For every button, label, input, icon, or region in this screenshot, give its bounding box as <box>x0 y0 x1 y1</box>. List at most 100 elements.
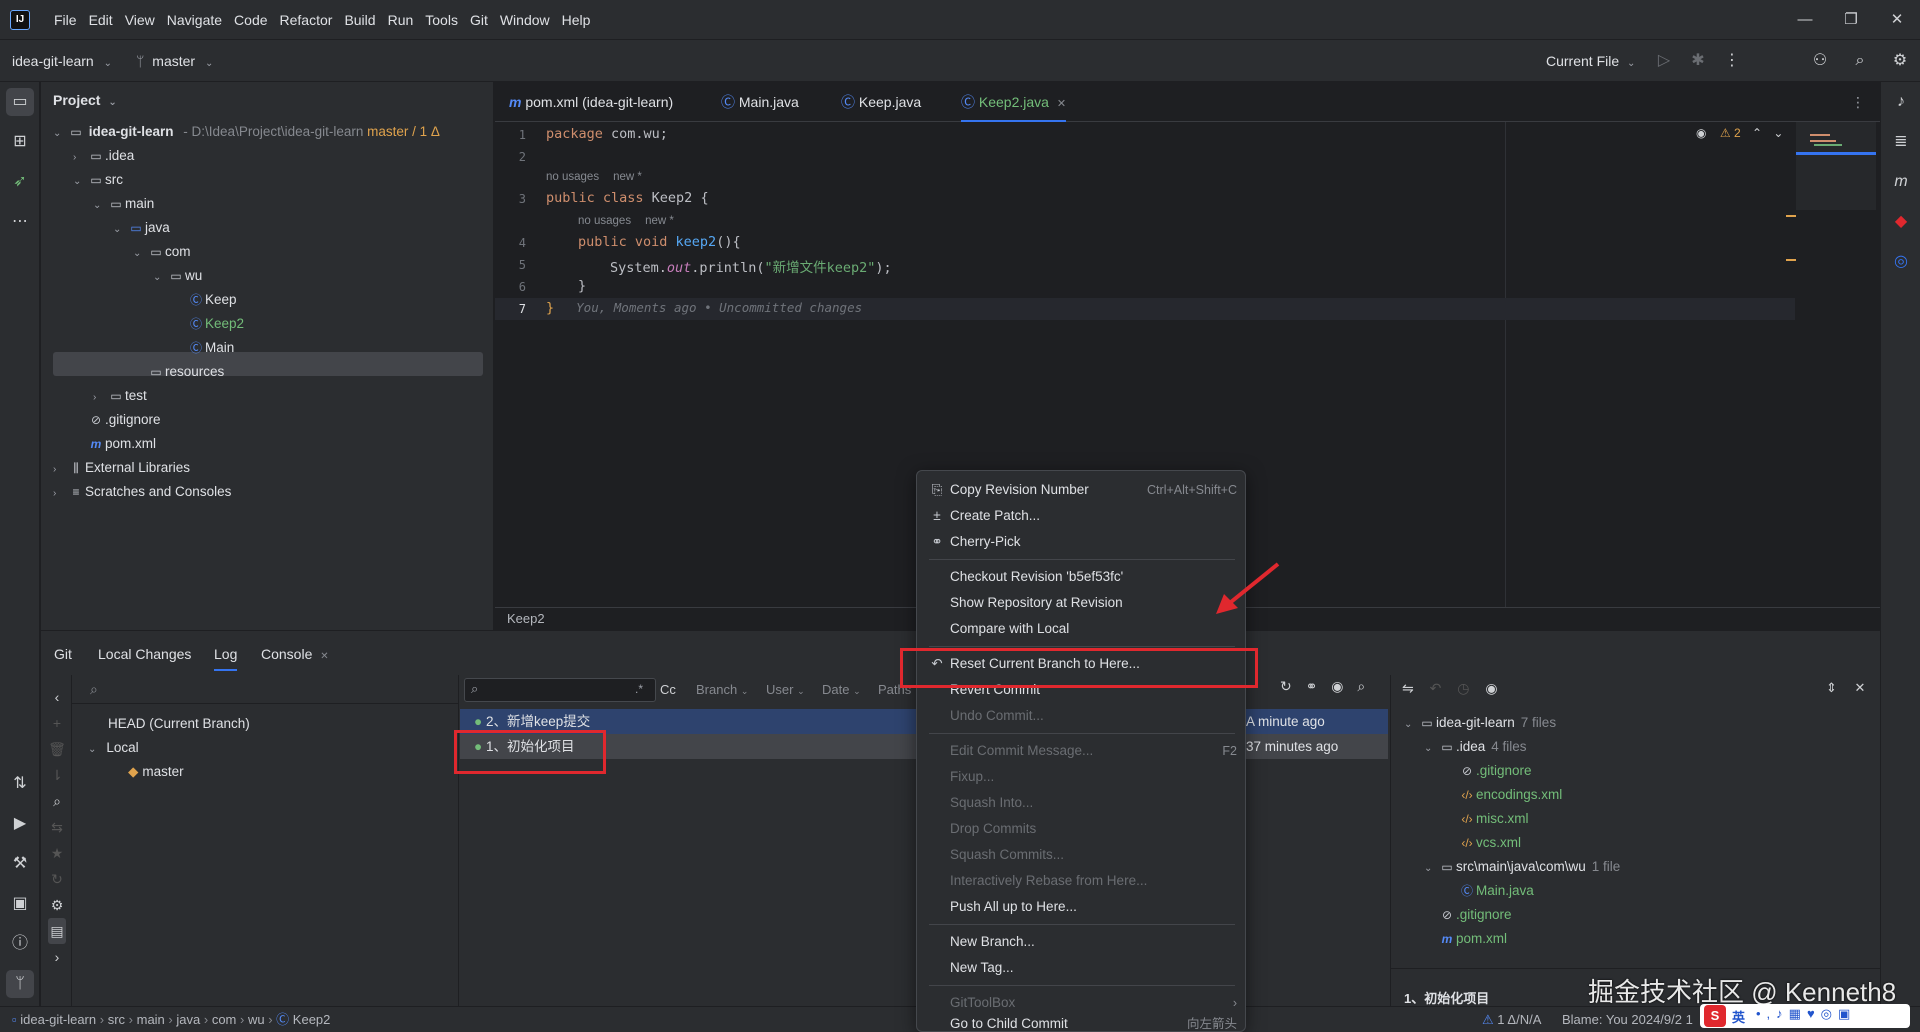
project-folder-icon[interactable]: ▭ <box>6 88 34 116</box>
menu-item-checkout-revision[interactable]: Checkout Revision 'b5ef53fc' <box>917 564 1245 590</box>
history-icon[interactable]: ◷ <box>1457 680 1469 696</box>
expand-right-icon[interactable]: › <box>48 944 66 970</box>
code-line-1[interactable]: package com.wu; <box>546 126 668 142</box>
chevron-up-icon[interactable]: ⌃ <box>1752 126 1762 140</box>
changes-file[interactable]: ⊘ .gitignore <box>1438 903 1512 927</box>
tab-keep2-java[interactable]: Ⓒ Keep2.java ✕ <box>961 82 1067 122</box>
ai-assistant-icon[interactable]: ◎ <box>1887 248 1915 276</box>
run-icon[interactable]: ▷ <box>1652 49 1676 73</box>
crumb[interactable]: java <box>176 1012 200 1027</box>
tab-console[interactable]: Console ✕ <box>261 633 329 675</box>
tree-item-java[interactable]: ⌄ ▭ java <box>113 216 170 240</box>
menu-item-squash-into[interactable]: Squash Into... <box>917 790 1245 816</box>
changes-file[interactable]: Ⓒ Main.java <box>1458 879 1534 903</box>
services-icon[interactable]: ▶ <box>6 810 34 838</box>
eye-icon[interactable]: ◉ <box>1485 680 1497 696</box>
menu-item-edit-message[interactable]: Edit Commit Message... F2 <box>917 738 1245 764</box>
minimize-icon[interactable]: — <box>1782 0 1828 40</box>
problems-icon[interactable]: ⓘ <box>6 930 34 958</box>
menu-item-interactive-rebase[interactable]: Interactively Rebase from Here... <box>917 868 1245 894</box>
menu-item-copy-revision[interactable]: ⎘ Copy Revision Number Ctrl+Alt+Shift+C <box>917 477 1245 503</box>
code-line-3[interactable]: public class Keep2 { <box>546 190 709 206</box>
ime-toolbar[interactable]: S 英 •,♪▦♥◎▣ <box>1700 1004 1910 1028</box>
ime-language[interactable]: 英 <box>1732 1007 1745 1026</box>
eye-icon[interactable]: ◉ <box>1331 678 1343 694</box>
tree-item-idea[interactable]: › ▭ .idea <box>73 144 134 168</box>
branch-master[interactable]: ◆ master <box>128 759 184 784</box>
branch-group-local[interactable]: ⌄ Local <box>88 735 139 760</box>
menu-item-new-branch[interactable]: New Branch... <box>917 929 1245 955</box>
filter-branch[interactable]: Branch ⌄ <box>696 678 748 702</box>
star-icon[interactable]: ★ <box>48 840 66 866</box>
tab-local-changes[interactable]: Local Changes <box>98 633 191 675</box>
class-usage-hint[interactable]: no usages new * <box>546 171 642 183</box>
crumb[interactable]: src <box>108 1012 125 1027</box>
warning-stripe-marker[interactable] <box>1786 215 1796 217</box>
warning-stripe-marker[interactable] <box>1786 259 1796 261</box>
crumb[interactable]: idea-git-learn <box>20 1012 96 1027</box>
code-line-6[interactable]: } <box>578 278 586 294</box>
blame-status[interactable]: Blame: You 2024/9/2 1 <box>1562 1007 1693 1032</box>
structure-icon[interactable]: ⊞ <box>6 128 34 156</box>
method-usage-hint[interactable]: no usages new * <box>578 215 674 227</box>
case-toggle[interactable]: Cc <box>660 678 676 702</box>
tree-item-main-class[interactable]: Ⓒ Main <box>187 336 234 360</box>
status-breadcrumb[interactable]: ▫ idea-git-learn › src › main › java › c… <box>12 1007 330 1032</box>
changes-src-folder[interactable]: ⌄ ▭ src\main\java\com\wu 1 file <box>1424 855 1620 879</box>
changes-file[interactable]: m pom.xml <box>1438 927 1507 951</box>
chevron-down-icon[interactable]: ⌄ <box>1773 126 1783 140</box>
cherry-pick-icon[interactable]: ⚭ <box>1306 678 1318 694</box>
plugin-rocket-icon[interactable]: ➶ <box>6 168 34 196</box>
commit-icon[interactable]: ⇅ <box>6 770 34 798</box>
tree-item-main[interactable]: ⌄ ▭ main <box>93 192 154 216</box>
menu-item-cherry-pick[interactable]: ⚭ Cherry-Pick <box>917 529 1245 555</box>
expand-collapse-icon[interactable]: ⇕ <box>1826 680 1837 695</box>
refresh-icon[interactable]: ↻ <box>1280 678 1292 694</box>
git-branch-icon[interactable]: ᛘ <box>6 970 34 998</box>
build-hammer-icon[interactable]: ⚒ <box>6 850 34 878</box>
tree-root[interactable]: ⌄ ▭ idea-git-learn - D:\Idea\Project\idea… <box>53 120 440 144</box>
code-line-7[interactable]: } You, Moments ago • Uncommitted changes <box>546 300 862 316</box>
tree-item-wu[interactable]: ⌄ ▭ wu <box>153 264 202 288</box>
tree-item-keep[interactable]: Ⓒ Keep <box>187 288 237 312</box>
menu-help[interactable]: Help <box>556 12 597 28</box>
settings-gear-icon[interactable]: ⚙ <box>1888 49 1912 73</box>
close-tab-icon[interactable]: ✕ <box>1057 98 1066 110</box>
run-config-selector[interactable]: Current File ⌄ <box>1546 40 1635 82</box>
menu-navigate[interactable]: Navigate <box>161 12 228 28</box>
close-window-icon[interactable]: ✕ <box>1874 0 1920 40</box>
crumb[interactable]: main <box>137 1012 165 1027</box>
branch-switcher[interactable]: ᛘ master ⌄ <box>136 40 213 82</box>
tab-main-java[interactable]: Ⓒ Main.java <box>721 82 799 122</box>
collapse-left-icon[interactable]: ‹ <box>48 684 66 710</box>
project-panel-title[interactable]: Project ⌄ <box>53 92 117 108</box>
tree-item-pom[interactable]: m pom.xml <box>87 432 156 456</box>
menu-view[interactable]: View <box>119 12 161 28</box>
menu-run[interactable]: Run <box>382 12 420 28</box>
crumb[interactable]: Keep2 <box>293 1012 331 1027</box>
maven-icon[interactable]: m <box>1887 168 1915 196</box>
menu-item-squash-commits[interactable]: Squash Commits... <box>917 842 1245 868</box>
menu-item-fixup[interactable]: Fixup... <box>917 764 1245 790</box>
tree-item-com[interactable]: ⌄ ▭ com <box>133 240 191 264</box>
menu-code[interactable]: Code <box>228 12 273 28</box>
notifications-bell-icon[interactable]: ♪ <box>1887 88 1915 116</box>
crumb[interactable]: wu <box>248 1012 265 1027</box>
tree-item-external-libraries[interactable]: › ⫼ External Libraries <box>53 456 190 480</box>
refresh-icon[interactable]: ↻ <box>48 866 66 892</box>
menu-item-create-patch[interactable]: ± Create Patch... <box>917 503 1245 529</box>
tree-item-test[interactable]: › ▭ test <box>93 384 147 408</box>
plugin-bird-icon[interactable]: ◆ <box>1887 208 1915 236</box>
add-user-icon[interactable]: ⚇ <box>1808 49 1832 73</box>
delete-icon[interactable]: 🗑 <box>48 736 66 762</box>
code-line-5[interactable]: System.out.println("新增文件keep2"); <box>610 256 892 276</box>
tree-item-gitignore[interactable]: ⊘ .gitignore <box>87 408 161 432</box>
menu-item-go-child-commit[interactable]: Go to Child Commit 向左箭头 <box>917 1011 1245 1031</box>
changes-root[interactable]: ⌄ ▭ idea-git-learn 7 files <box>1404 711 1556 735</box>
project-switcher[interactable]: idea-git-learn ⌄ <box>12 40 112 82</box>
menu-item-new-tag[interactable]: New Tag... <box>917 955 1245 981</box>
tab-log[interactable]: Log <box>214 633 238 671</box>
menu-item-undo-commit[interactable]: Undo Commit... <box>917 703 1245 729</box>
search-icon[interactable]: ⌕ <box>1848 49 1872 73</box>
add-icon[interactable]: + <box>48 710 66 736</box>
